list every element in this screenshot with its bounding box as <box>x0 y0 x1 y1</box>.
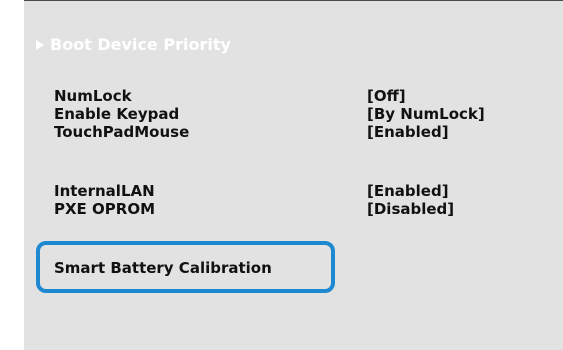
setting-label: NumLock <box>54 87 132 105</box>
setting-row-touchpadmouse[interactable]: TouchPadMouse [Enabled] <box>54 123 534 143</box>
setting-label: Enable Keypad <box>54 105 180 123</box>
setting-value[interactable]: [Enabled] <box>367 123 449 141</box>
setting-row-internallan[interactable]: InternalLAN [Enabled] <box>54 182 534 202</box>
smart-battery-calibration-item[interactable]: Smart Battery Calibration <box>36 241 335 293</box>
boot-device-priority-item[interactable]: Boot Device Priority <box>36 35 231 54</box>
setting-value[interactable]: [Enabled] <box>367 182 449 200</box>
setting-value[interactable]: [Disabled] <box>367 200 454 218</box>
setting-value[interactable]: [Off] <box>367 87 406 105</box>
setting-label: TouchPadMouse <box>54 123 190 141</box>
setting-row-enable-keypad[interactable]: Enable Keypad [By NumLock] <box>54 105 534 125</box>
setting-row-pxe-oprom[interactable]: PXE OPROM [Disabled] <box>54 200 534 220</box>
setting-label: PXE OPROM <box>54 200 156 218</box>
setting-value[interactable]: [By NumLock] <box>367 105 485 123</box>
setting-row-numlock[interactable]: NumLock [Off] <box>54 87 534 107</box>
smart-battery-calibration-label: Smart Battery Calibration <box>54 259 272 277</box>
setting-label: InternalLAN <box>54 182 155 200</box>
boot-device-priority-label: Boot Device Priority <box>50 35 231 54</box>
triangle-right-icon <box>36 39 44 50</box>
bios-settings-panel: Boot Device Priority NumLock [Off] Enabl… <box>24 0 563 350</box>
